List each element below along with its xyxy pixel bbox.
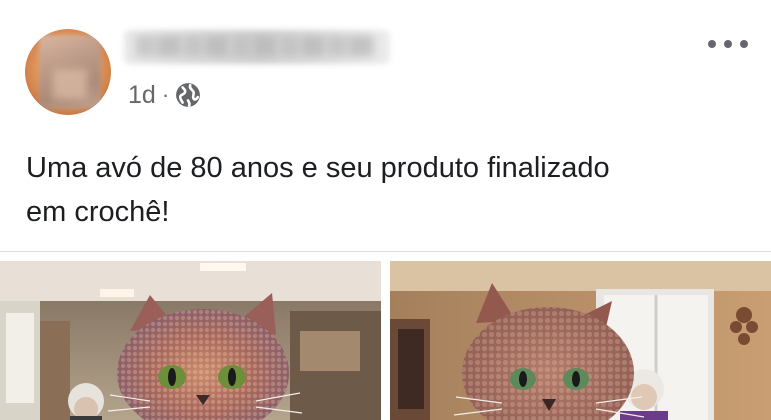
more-dot-2 [724,40,732,48]
post-timestamp[interactable]: 1d [128,81,156,110]
author-name-blur-overlay [136,36,376,56]
avatar-shade [53,69,87,99]
more-options-icon[interactable] [708,34,748,54]
post-text-line-2: em crochê! [26,196,170,228]
divider [0,251,771,252]
avatar[interactable] [25,29,111,115]
more-dot-3 [740,40,748,48]
globe-icon[interactable] [175,82,201,108]
photo-crochet-cat-left[interactable] [0,261,381,420]
photo-crochet-cat-right[interactable] [390,261,771,420]
post-text: Uma avó de 80 anos e seu produto finaliz… [26,146,746,234]
more-dot-1 [708,40,716,48]
post-meta: 1d · [128,80,201,110]
post-text-line-1: Uma avó de 80 anos e seu produto finaliz… [26,152,610,184]
meta-separator: · [161,82,170,107]
facebook-post: 1d · Uma avó de 80 anos e seu produto fi… [0,0,771,420]
